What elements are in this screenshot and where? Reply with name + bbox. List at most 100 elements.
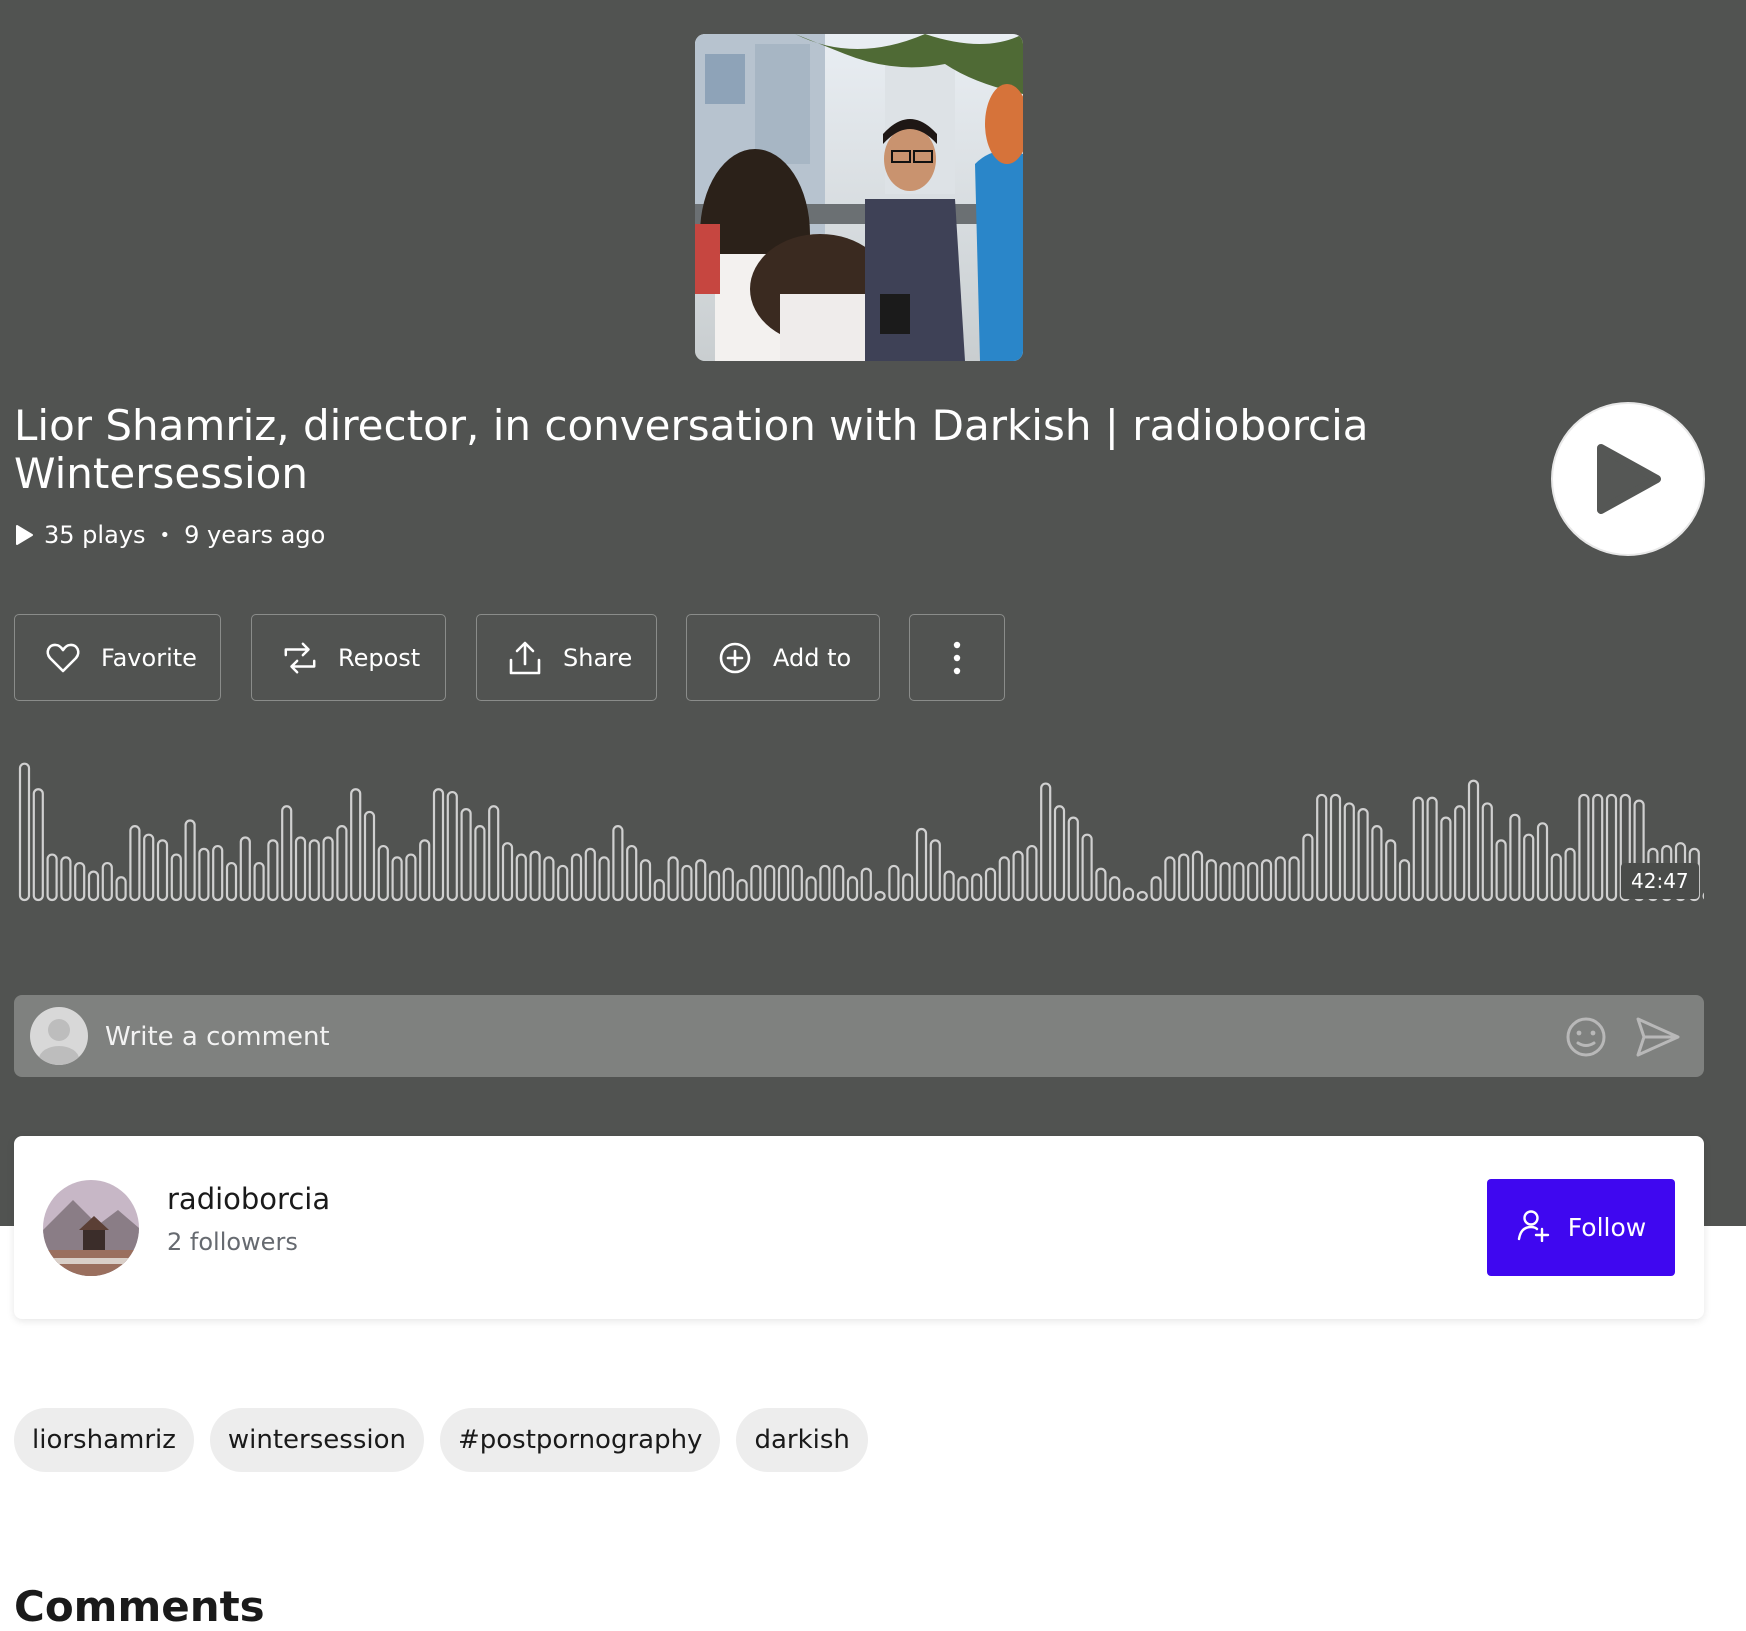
waveform-bar <box>655 880 664 900</box>
waveform-bar <box>1386 840 1395 900</box>
favorite-button[interactable]: Favorite <box>14 614 221 701</box>
play-button[interactable] <box>1551 402 1705 556</box>
tag-list: liorshamriz wintersession #postpornograp… <box>14 1408 868 1472</box>
waveform-bar <box>48 855 57 900</box>
waveform-bar <box>889 866 898 900</box>
waveform-bar <box>1207 860 1216 900</box>
favorite-label: Favorite <box>101 644 197 672</box>
share-button[interactable]: Share <box>476 614 657 701</box>
track-meta: 35 plays • 9 years ago <box>14 518 325 552</box>
waveform-bar <box>1455 806 1464 900</box>
waveform-bar <box>475 826 484 900</box>
repost-button[interactable]: Repost <box>251 614 446 701</box>
waveform-bar <box>586 849 595 900</box>
waveform-bar <box>296 838 305 900</box>
waveform-bar <box>531 852 540 900</box>
share-icon <box>507 640 543 676</box>
waveform-bar <box>558 866 567 900</box>
waveform-bar <box>1510 815 1519 900</box>
track-duration: 42:47 <box>1621 863 1699 899</box>
waveform-bar <box>337 826 346 900</box>
waveform-bar <box>1441 818 1450 900</box>
tag-chip[interactable]: darkish <box>736 1408 867 1472</box>
waveform-bar <box>1014 852 1023 900</box>
waveform-bar <box>20 764 29 900</box>
share-label: Share <box>563 644 632 672</box>
waveform-bar <box>848 877 857 900</box>
waveform-bar <box>1234 863 1243 900</box>
waveform-bar <box>420 840 429 900</box>
waveform-bar <box>669 857 678 900</box>
waveform-bar <box>1000 857 1009 900</box>
waveform-bar <box>1359 809 1368 900</box>
waveform-bar <box>268 840 277 900</box>
send-icon[interactable] <box>1634 1015 1682 1059</box>
waveform[interactable] <box>14 752 1704 904</box>
waveform-bar <box>503 843 512 900</box>
emoji-icon[interactable] <box>1564 1015 1608 1059</box>
waveform-bar <box>682 866 691 900</box>
artist-name[interactable]: radioborcia <box>167 1182 330 1216</box>
comment-bar <box>14 995 1704 1077</box>
track-cover-image <box>695 34 1023 361</box>
waveform-bar <box>820 866 829 900</box>
waveform-bar <box>227 863 236 900</box>
waveform-bar <box>199 849 208 900</box>
play-count-icon <box>14 524 34 546</box>
waveform-bar <box>130 826 139 900</box>
tag-chip[interactable]: #postpornography <box>440 1408 720 1472</box>
waveform-bar <box>779 866 788 900</box>
comment-input[interactable] <box>103 995 1557 1079</box>
waveform-bar <box>931 840 940 900</box>
waveform-bar <box>89 872 98 900</box>
repost-label: Repost <box>338 644 420 672</box>
waveform-bar <box>1317 795 1326 900</box>
waveform-bar <box>1069 818 1078 900</box>
waveform-bar <box>517 855 526 900</box>
waveform-bar <box>1483 803 1492 900</box>
add-to-label: Add to <box>773 644 851 672</box>
waveform-bar <box>807 877 816 900</box>
waveform-bar <box>738 880 747 900</box>
waveform-bar <box>1497 840 1506 900</box>
waveform-bar <box>903 874 912 900</box>
repost-icon <box>282 640 318 676</box>
waveform-bar <box>186 820 195 900</box>
waveform-bar <box>917 829 926 900</box>
artist-avatar[interactable] <box>43 1180 139 1276</box>
waveform-bar <box>1538 823 1547 900</box>
heart-icon <box>45 640 81 676</box>
waveform-bar <box>1138 892 1147 900</box>
waveform-bar <box>1124 889 1133 900</box>
waveform-bar <box>213 846 222 900</box>
waveform-bar <box>1096 869 1105 900</box>
waveform-bar <box>862 869 871 900</box>
play-icon <box>1593 440 1663 518</box>
waveform-bar <box>1027 846 1036 900</box>
follow-button[interactable]: Follow <box>1487 1179 1675 1276</box>
waveform-bar <box>1152 877 1161 900</box>
waveform-bar <box>1193 852 1202 900</box>
waveform-bar <box>1331 795 1340 900</box>
waveform-bar <box>172 855 181 900</box>
artist-followers: 2 followers <box>167 1228 298 1256</box>
waveform-bar <box>613 826 622 900</box>
waveform-bar <box>241 838 250 900</box>
add-to-button[interactable]: Add to <box>686 614 880 701</box>
waveform-bar <box>34 789 43 900</box>
waveform-bar <box>434 789 443 900</box>
tag-chip[interactable]: liorshamriz <box>14 1408 194 1472</box>
more-options-button[interactable] <box>909 614 1005 701</box>
waveform-bar <box>1524 835 1533 900</box>
tag-chip[interactable]: wintersession <box>210 1408 424 1472</box>
waveform-bar <box>945 872 954 900</box>
waveform-bar <box>1607 795 1616 900</box>
waveform-bar <box>1276 857 1285 900</box>
waveform-bar <box>365 812 374 900</box>
waveform-bar <box>310 840 319 900</box>
waveform-bar <box>1414 798 1423 900</box>
waveform-bar <box>641 860 650 900</box>
more-vertical-icon <box>939 640 975 676</box>
waveform-bar <box>255 863 264 900</box>
waveform-bar <box>834 866 843 900</box>
